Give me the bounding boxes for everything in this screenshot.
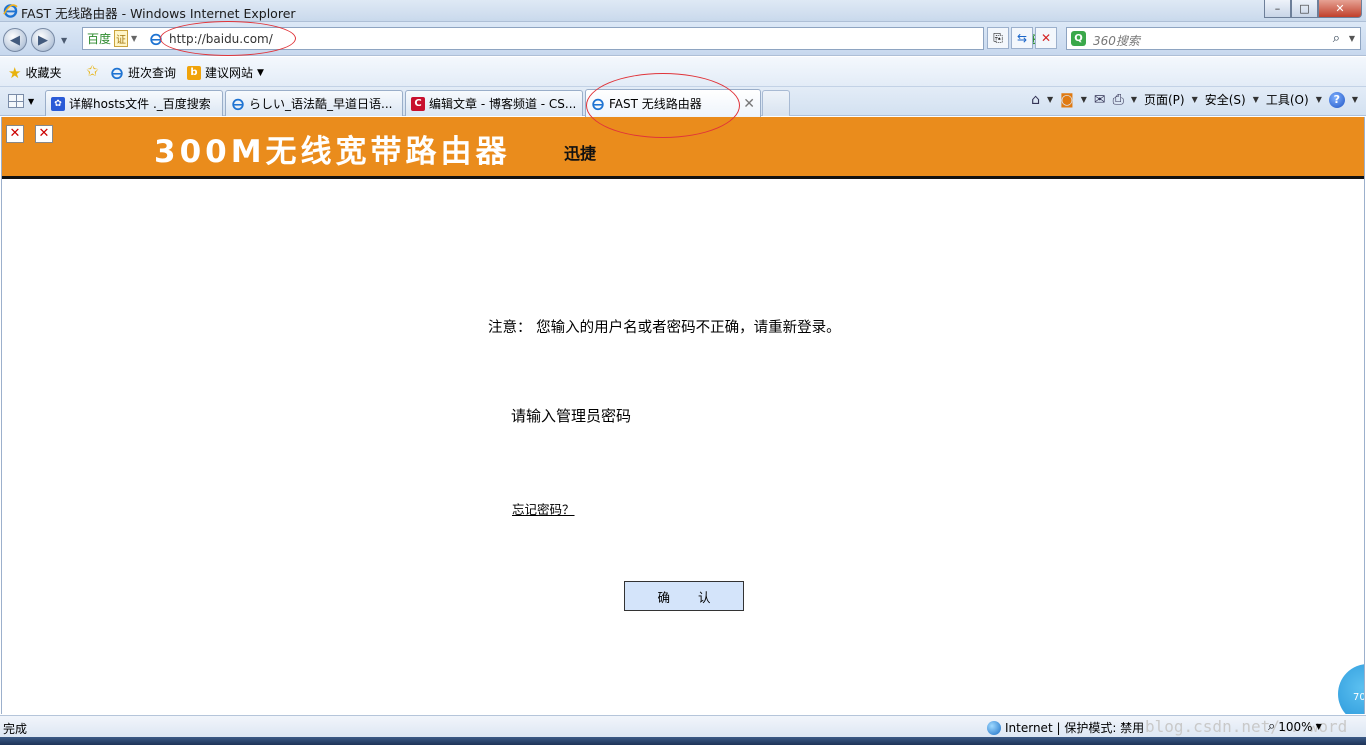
broken-image-icon: ✕ bbox=[35, 125, 53, 143]
tab-fast-router[interactable]: FAST 无线路由器 ✕ bbox=[585, 89, 761, 117]
tab-baidu-search[interactable]: ✿ 详解hosts文件 ._百度搜索 bbox=[45, 90, 223, 116]
search-magnifier-icon[interactable]: ⌕ bbox=[1333, 31, 1340, 46]
zoom-icon: ⌕ bbox=[1268, 719, 1276, 734]
favorites-label: 收藏夹 bbox=[25, 66, 62, 80]
ie-page-icon bbox=[592, 98, 604, 110]
certificate-badge[interactable]: 证 bbox=[114, 30, 129, 47]
feeds-dropdown-icon[interactable]: ▼ bbox=[1081, 95, 1087, 104]
favorite-link-banci[interactable]: 班次查询 bbox=[110, 64, 176, 81]
forward-button[interactable]: ▶ bbox=[31, 28, 55, 52]
address-toolbar: ◀ ▶ ▼ 百度 证 ▼ http://baidu.com/ ⊕ ▼ ⎘ ⇆ ✕… bbox=[0, 22, 1366, 56]
tab-csdn-edit[interactable]: C 编辑文章 - 博客频道 - CS... bbox=[405, 90, 583, 116]
favorites-bar: ★ 收藏夹 ✩ 班次查询 b 建议网站 ▼ bbox=[0, 57, 1366, 87]
page-menu-dropdown-icon[interactable]: ▼ bbox=[1192, 95, 1198, 104]
print-icon[interactable]: ⎙ bbox=[1113, 92, 1124, 108]
add-favorite-button[interactable]: ✩ bbox=[86, 62, 99, 80]
tab-label: FAST 无线路由器 bbox=[609, 97, 702, 111]
broken-image-icon: ✕ bbox=[6, 125, 24, 143]
suggested-dropdown-icon[interactable]: ▼ bbox=[257, 68, 264, 78]
tab-strip: ▼ ✿ 详解hosts文件 ._百度搜索 らしい_语法酷_早道日语... C 编… bbox=[0, 87, 1366, 117]
taskbar bbox=[0, 737, 1366, 745]
back-button[interactable]: ◀ bbox=[3, 28, 27, 52]
mail-icon[interactable]: ✉ bbox=[1094, 92, 1106, 108]
tab-list-dropdown-icon[interactable]: ▼ bbox=[28, 97, 34, 106]
percent-bubble[interactable]: 70% bbox=[1338, 664, 1364, 714]
command-bar: ⌂ ▼ ◙ ▼ ✉ ⎙ ▼ 页面(P) ▼ 安全(S) ▼ 工具(O) ▼ ? … bbox=[1031, 91, 1358, 108]
print-dropdown-icon[interactable]: ▼ bbox=[1131, 95, 1137, 104]
status-text: 完成 bbox=[3, 722, 28, 736]
tools-menu[interactable]: 工具(O) bbox=[1266, 91, 1309, 108]
address-field[interactable]: 百度 证 ▼ http://baidu.com/ ⊕ ▼ bbox=[82, 27, 1055, 50]
suggested-sites-button[interactable]: b 建议网站 ▼ bbox=[187, 64, 264, 81]
zoom-level: 100% bbox=[1278, 719, 1313, 734]
minimize-button[interactable]: – bbox=[1264, 0, 1291, 18]
quick-tabs-icon[interactable] bbox=[8, 94, 24, 108]
refresh-icon[interactable]: ⇆ bbox=[1011, 27, 1033, 49]
home-dropdown-icon[interactable]: ▼ bbox=[1047, 95, 1053, 104]
search-360-icon: Q bbox=[1071, 31, 1086, 46]
window-controls: – □ ✕ bbox=[1264, 0, 1362, 18]
quick-tabs[interactable]: ▼ bbox=[8, 94, 34, 108]
search-placeholder: 360搜索 bbox=[1093, 34, 1140, 48]
close-window-button[interactable]: ✕ bbox=[1318, 0, 1362, 18]
history-dropdown-icon[interactable]: ▼ bbox=[61, 36, 67, 45]
zoom-dropdown-icon[interactable]: ▼ bbox=[1316, 722, 1322, 731]
banner-brand: 迅捷 bbox=[564, 144, 597, 163]
tools-menu-dropdown-icon[interactable]: ▼ bbox=[1316, 95, 1322, 104]
search-box[interactable]: Q 360搜索 ⌕ ▼ bbox=[1066, 27, 1361, 50]
close-tab-icon[interactable]: ✕ bbox=[743, 96, 755, 112]
status-bar: 完成 blog.csdn.net/...word Internet | 保护模式… bbox=[0, 715, 1366, 737]
csdn-icon: C bbox=[411, 96, 425, 111]
tab-yufaku[interactable]: らしい_语法酷_早道日语... bbox=[225, 90, 403, 116]
window-title: FAST 无线路由器 - Windows Internet Explorer bbox=[21, 6, 296, 21]
suggested-sites-label: 建议网站 bbox=[205, 66, 254, 80]
favorite-link-label: 班次查询 bbox=[128, 66, 177, 80]
ie-page-icon bbox=[111, 67, 123, 79]
stop-icon[interactable]: ✕ bbox=[1035, 27, 1057, 49]
back-arrow-icon: ◀ bbox=[10, 32, 20, 48]
zone-label: Internet | 保护模式: 禁用 bbox=[1005, 721, 1145, 735]
tab-label: らしい_语法酷_早道日语... bbox=[249, 97, 393, 111]
feeds-icon[interactable]: ◙ bbox=[1060, 92, 1074, 108]
site-badge-label: 百度 bbox=[87, 32, 112, 46]
title-bar: FAST 无线路由器 - Windows Internet Explorer –… bbox=[0, 0, 1366, 22]
maximize-button[interactable]: □ bbox=[1291, 0, 1318, 18]
globe-icon bbox=[987, 720, 1001, 735]
home-icon[interactable]: ⌂ bbox=[1031, 92, 1040, 108]
banner-title: 300M无线宽带路由器 bbox=[154, 134, 511, 170]
compatibility-icon[interactable]: ⎘ bbox=[987, 27, 1009, 49]
help-icon[interactable]: ? bbox=[1328, 91, 1345, 108]
address-side-buttons: ⎘ ⇆ ✕ bbox=[987, 27, 1057, 49]
safety-menu[interactable]: 安全(S) bbox=[1205, 91, 1246, 108]
new-tab-button[interactable] bbox=[762, 90, 790, 116]
forgot-password-link[interactable]: 忘记密码？ bbox=[512, 499, 575, 518]
router-banner: ✕ ✕ 300M无线宽带路由器 迅捷 bbox=[2, 117, 1364, 179]
tab-label: 编辑文章 - 博客频道 - CS... bbox=[429, 97, 577, 111]
password-prompt: 请输入管理员密码 bbox=[511, 407, 632, 425]
error-notice: 注意： 您输入的用户名或者密码不正确，请重新登录。 bbox=[488, 320, 841, 336]
page-ie-icon bbox=[150, 33, 162, 46]
badge-dropdown-icon[interactable]: ▼ bbox=[131, 34, 137, 43]
favorites-button[interactable]: ★ 收藏夹 bbox=[8, 64, 61, 81]
url-text[interactable]: http://baidu.com/ bbox=[169, 32, 273, 46]
help-dropdown-icon[interactable]: ▼ bbox=[1352, 95, 1358, 104]
site-badge[interactable]: 百度 证 ▼ bbox=[85, 30, 139, 47]
page-menu[interactable]: 页面(P) bbox=[1144, 91, 1185, 108]
zoom-control[interactable]: ⌕ 100% ▼ bbox=[1268, 719, 1322, 734]
tab-label: 详解hosts文件 ._百度搜索 bbox=[69, 97, 211, 111]
confirm-button[interactable]: 确 认 bbox=[624, 581, 744, 611]
ie-logo-icon bbox=[3, 4, 18, 18]
page-viewport: ✕ ✕ 300M无线宽带路由器 迅捷 注意： 您输入的用户名或者密码不正确，请重… bbox=[1, 117, 1365, 714]
bing-icon: b bbox=[187, 65, 201, 80]
forward-arrow-icon: ▶ bbox=[38, 32, 48, 48]
safety-menu-dropdown-icon[interactable]: ▼ bbox=[1253, 95, 1259, 104]
search-dropdown-icon[interactable]: ▼ bbox=[1349, 34, 1355, 43]
ie-page-icon bbox=[232, 98, 244, 110]
favorites-star-icon: ★ bbox=[8, 63, 22, 82]
baidu-paw-icon: ✿ bbox=[51, 96, 65, 111]
add-favorite-icon: ✩ bbox=[86, 62, 99, 80]
security-zone[interactable]: Internet | 保护模式: 禁用 bbox=[987, 719, 1144, 736]
